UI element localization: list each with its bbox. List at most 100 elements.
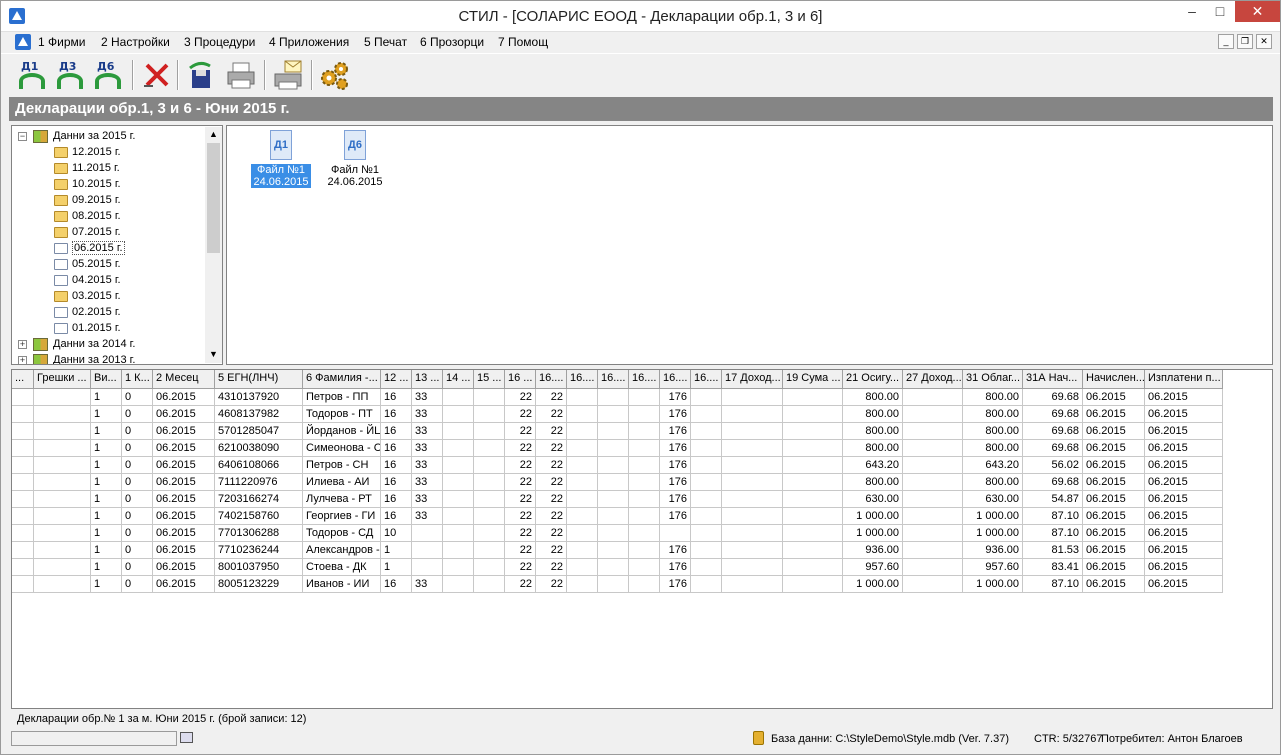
grid-cell[interactable] (783, 559, 843, 576)
grid-cell[interactable]: 4310137920 (215, 389, 303, 406)
grid-cell[interactable]: 16 (381, 440, 412, 457)
grid-cell[interactable] (443, 440, 474, 457)
grid-cell[interactable]: Петров - СН (303, 457, 381, 474)
grid-cell[interactable] (443, 389, 474, 406)
grid-cell[interactable]: 0 (122, 406, 153, 423)
column-header[interactable]: 16.... (629, 370, 660, 389)
grid-cell[interactable] (443, 457, 474, 474)
grid-cell[interactable] (783, 406, 843, 423)
grid-cell[interactable] (629, 542, 660, 559)
close-button[interactable]: ✕ (1235, 1, 1280, 22)
grid-cell[interactable] (12, 491, 34, 508)
grid-cell[interactable]: 176 (660, 389, 691, 406)
grid-cell[interactable]: 1 (381, 542, 412, 559)
grid-cell[interactable] (629, 389, 660, 406)
column-header[interactable]: Начислен... (1083, 370, 1145, 389)
grid-cell[interactable]: 06.2015 (153, 525, 215, 542)
grid-cell[interactable]: 06.2015 (1145, 406, 1223, 423)
grid-cell[interactable] (443, 525, 474, 542)
mdi-restore-button[interactable]: ❐ (1237, 34, 1253, 49)
column-header[interactable]: 16.... (660, 370, 691, 389)
grid-cell[interactable]: 5701285047 (215, 423, 303, 440)
grid-cell[interactable] (567, 542, 598, 559)
grid-cell[interactable]: 69.68 (1023, 406, 1083, 423)
grid-cell[interactable]: 06.2015 (1083, 508, 1145, 525)
grid-cell[interactable] (34, 423, 91, 440)
grid-cell[interactable]: 1 000.00 (963, 525, 1023, 542)
grid-cell[interactable] (598, 508, 629, 525)
grid-cell[interactable]: 56.02 (1023, 457, 1083, 474)
grid-cell[interactable] (722, 559, 783, 576)
grid-cell[interactable]: 33 (412, 423, 443, 440)
grid-cell[interactable] (783, 508, 843, 525)
column-header[interactable]: 2 Месец (153, 370, 215, 389)
grid-cell[interactable] (722, 440, 783, 457)
grid-cell[interactable]: 06.2015 (1083, 457, 1145, 474)
grid-cell[interactable]: 22 (536, 423, 567, 440)
grid-cell[interactable] (691, 440, 722, 457)
declaration-d3-button[interactable]: Д3 (53, 58, 87, 92)
grid-cell[interactable]: 800.00 (963, 423, 1023, 440)
grid-cell[interactable]: 06.2015 (1145, 474, 1223, 491)
grid-cell[interactable] (474, 559, 505, 576)
grid-cell[interactable]: 22 (505, 508, 536, 525)
grid-cell[interactable]: 1 (91, 525, 122, 542)
grid-cell[interactable]: 1 000.00 (843, 576, 903, 593)
grid-cell[interactable]: 7111220976 (215, 474, 303, 491)
column-header[interactable]: 21 Осигу... (843, 370, 903, 389)
grid-cell[interactable]: 22 (536, 440, 567, 457)
grid-cell[interactable]: 22 (505, 423, 536, 440)
grid-cell[interactable]: 1 000.00 (963, 508, 1023, 525)
grid-cell[interactable]: 176 (660, 440, 691, 457)
grid-cell[interactable]: 6406108066 (215, 457, 303, 474)
grid-cell[interactable]: 800.00 (843, 440, 903, 457)
grid-cell[interactable]: 800.00 (963, 406, 1023, 423)
grid-cell[interactable]: 06.2015 (1145, 508, 1223, 525)
grid-cell[interactable]: Тодоров - ПТ (303, 406, 381, 423)
grid-cell[interactable]: 630.00 (843, 491, 903, 508)
column-header[interactable]: 16.... (536, 370, 567, 389)
grid-cell[interactable]: 0 (122, 559, 153, 576)
grid-cell[interactable] (443, 576, 474, 593)
grid-cell[interactable] (722, 508, 783, 525)
grid-cell[interactable] (722, 457, 783, 474)
grid-cell[interactable]: 1 (91, 406, 122, 423)
grid-cell[interactable]: 22 (536, 559, 567, 576)
grid-cell[interactable]: 1 (91, 559, 122, 576)
grid-cell[interactable] (598, 457, 629, 474)
grid-cell[interactable]: 0 (122, 440, 153, 457)
grid-cell[interactable] (34, 406, 91, 423)
grid-cell[interactable]: 176 (660, 576, 691, 593)
column-header[interactable]: 19 Сума ... (783, 370, 843, 389)
grid-cell[interactable]: 7203166274 (215, 491, 303, 508)
grid-cell[interactable] (722, 525, 783, 542)
grid-cell[interactable] (34, 389, 91, 406)
grid-cell[interactable]: 06.2015 (153, 406, 215, 423)
grid-cell[interactable]: 69.68 (1023, 423, 1083, 440)
grid-cell[interactable]: 630.00 (963, 491, 1023, 508)
grid-cell[interactable] (598, 440, 629, 457)
grid-cell[interactable]: 06.2015 (1145, 423, 1223, 440)
grid-cell[interactable]: 22 (536, 389, 567, 406)
grid-cell[interactable] (598, 474, 629, 491)
grid-cell[interactable] (12, 508, 34, 525)
grid-cell[interactable]: 176 (660, 406, 691, 423)
grid-cell[interactable]: 1 (91, 508, 122, 525)
grid-cell[interactable] (34, 491, 91, 508)
grid-cell[interactable] (783, 491, 843, 508)
grid-cell[interactable] (567, 559, 598, 576)
grid-cell[interactable] (34, 542, 91, 559)
print-email-button[interactable] (271, 58, 305, 92)
tree-month-item[interactable]: 02.2015 г. (52, 305, 202, 321)
grid-cell[interactable]: 957.60 (843, 559, 903, 576)
grid-cell[interactable]: 22 (536, 406, 567, 423)
expand-icon[interactable]: + (18, 356, 27, 364)
grid-cell[interactable] (903, 474, 963, 491)
grid-cell[interactable]: 06.2015 (153, 491, 215, 508)
tree-month-item[interactable]: 04.2015 г. (52, 273, 202, 289)
grid-cell[interactable]: 800.00 (963, 474, 1023, 491)
file-item-d1[interactable]: Д1 Файл №1 24.06.2015 (251, 130, 311, 188)
grid-cell[interactable] (722, 474, 783, 491)
grid-cell[interactable]: 06.2015 (1145, 525, 1223, 542)
grid-cell[interactable]: 16 (381, 491, 412, 508)
